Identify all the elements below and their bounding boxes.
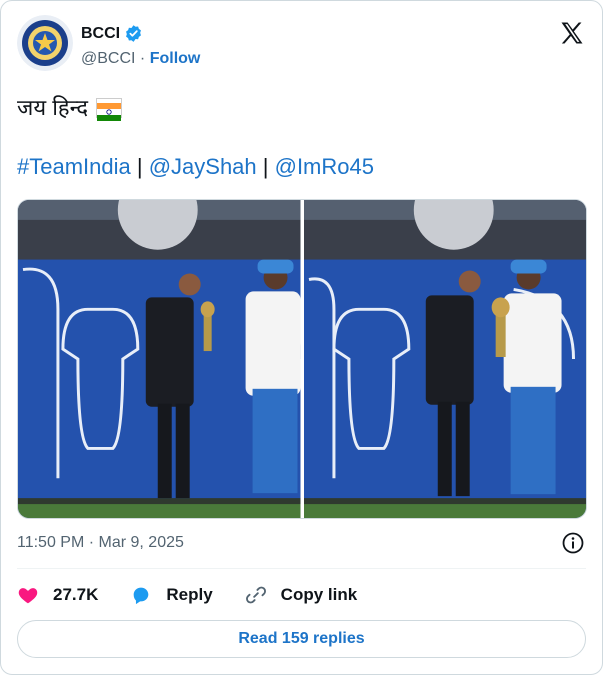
read-replies-button[interactable]: Read 159 replies: [17, 620, 586, 658]
mention-link-jayshah[interactable]: @JayShah: [149, 154, 257, 179]
media-grid: [17, 199, 587, 519]
copy-link-label: Copy link: [280, 585, 358, 604]
x-logo-icon[interactable]: [558, 19, 586, 47]
info-icon[interactable]: [561, 531, 585, 555]
link-icon: [245, 586, 266, 604]
tweet-header: BCCI @BCCI · Follow: [17, 15, 586, 75]
divider: [17, 568, 586, 569]
avatar[interactable]: [17, 15, 73, 71]
like-button[interactable]: 27.7K: [17, 584, 98, 606]
tweet-card: BCCI @BCCI · Follow जय हिन्द #TeamIndia …: [0, 0, 603, 675]
hashtag-link[interactable]: #TeamIndia: [17, 154, 131, 179]
tweet-timestamp[interactable]: 11:50 PM · Mar 9, 2025: [17, 534, 184, 552]
text-separator: |: [256, 154, 275, 179]
account-handle[interactable]: @BCCI: [81, 50, 135, 67]
copy-link-button[interactable]: Copy link: [245, 584, 358, 606]
reply-button[interactable]: Reply: [130, 584, 213, 606]
photo-1[interactable]: [18, 200, 302, 518]
handle-row: @BCCI · Follow: [81, 50, 200, 68]
text-separator: |: [130, 154, 149, 179]
account-name[interactable]: BCCI: [81, 25, 120, 43]
handle-separator: ·: [139, 50, 146, 67]
reply-label: Reply: [166, 585, 213, 604]
reply-icon: [134, 587, 149, 605]
action-bar: 27.7K Reply Copy link: [17, 579, 389, 611]
like-count: 27.7K: [53, 585, 99, 604]
follow-button[interactable]: Follow: [150, 50, 201, 67]
heart-icon: [18, 588, 38, 604]
tweet-text: जय हिन्द #TeamIndia | @JayShah | @ImRo45: [17, 93, 586, 182]
photo-2[interactable]: [303, 200, 586, 518]
mention-link-imro45[interactable]: @ImRo45: [275, 154, 374, 179]
tweet-line1: जय हिन्द: [17, 95, 89, 120]
verified-badge-icon: [126, 25, 142, 42]
india-flag-icon: [96, 98, 123, 121]
